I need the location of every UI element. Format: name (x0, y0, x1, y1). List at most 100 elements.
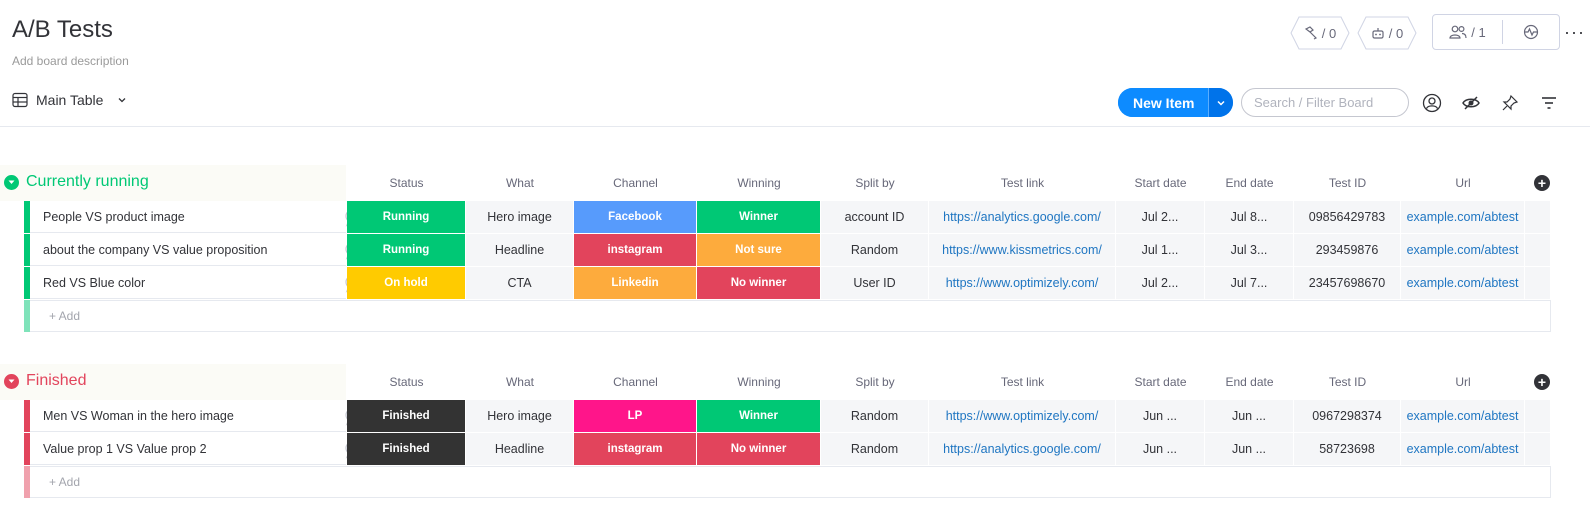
cell-end[interactable]: Jun ... (1205, 433, 1294, 465)
pin-icon[interactable] (1499, 92, 1521, 114)
cell-what[interactable]: Headline (466, 433, 574, 465)
cell-status[interactable]: Finished (347, 433, 466, 465)
add-item-label[interactable]: + Add (49, 309, 80, 323)
cell-link[interactable]: https://www.optimizely.com/ (929, 267, 1116, 299)
cell-what[interactable]: Hero image (466, 201, 574, 233)
cell-start[interactable]: Jun ... (1116, 433, 1205, 465)
cell-link[interactable]: https://www.optimizely.com/ (929, 400, 1116, 432)
column-header-test-id[interactable]: Test ID (1294, 375, 1401, 389)
column-header-winning[interactable]: Winning (697, 176, 821, 190)
column-header-what[interactable]: What (466, 176, 574, 190)
cell-split[interactable]: Random (821, 234, 929, 266)
cell-end[interactable]: Jul 3... (1205, 234, 1294, 266)
item-name-cell[interactable]: People VS product image (30, 201, 367, 233)
view-selector[interactable]: Main Table (12, 92, 127, 108)
person-filter-icon[interactable] (1421, 92, 1443, 114)
filter-icon[interactable] (1538, 92, 1560, 114)
cell-test-id[interactable]: 09856429783 (1294, 201, 1401, 233)
new-item-button[interactable]: New Item (1118, 88, 1234, 117)
cell-winning[interactable]: No winner (697, 433, 821, 465)
cell-split[interactable]: Random (821, 400, 929, 432)
cell-url[interactable]: example.com/abtest (1401, 234, 1525, 266)
cell-link[interactable]: https://analytics.google.com/ (929, 433, 1116, 465)
cell-start[interactable]: Jul 1... (1116, 234, 1205, 266)
cell-channel[interactable]: Facebook (574, 201, 697, 233)
cell-channel[interactable]: instagram (574, 234, 697, 266)
cell-url[interactable]: example.com/abtest (1401, 267, 1525, 299)
column-header-split-by[interactable]: Split by (821, 176, 929, 190)
cell-url[interactable]: example.com/abtest (1401, 400, 1525, 432)
column-header-end-date[interactable]: End date (1205, 375, 1294, 389)
board-title[interactable]: A/B Tests (12, 16, 113, 44)
cell-test-id[interactable]: 58723698 (1294, 433, 1401, 465)
item-name[interactable]: Value prop 1 VS Value prop 2 (43, 442, 207, 456)
cell-status[interactable]: Running (347, 234, 466, 266)
column-header-start-date[interactable]: Start date (1116, 375, 1205, 389)
item-name[interactable]: about the company VS value proposition (43, 243, 267, 257)
cell-winning[interactable]: No winner (697, 267, 821, 299)
cell-what[interactable]: Hero image (466, 400, 574, 432)
cell-start[interactable]: Jul 2... (1116, 201, 1205, 233)
cell-winning[interactable]: Winner (697, 201, 821, 233)
add-column-icon[interactable]: + (1534, 175, 1550, 191)
cell-link[interactable]: https://analytics.google.com/ (929, 201, 1116, 233)
cell-start[interactable]: Jul 2... (1116, 267, 1205, 299)
new-item-label[interactable]: New Item (1118, 88, 1209, 117)
item-name-cell[interactable]: Value prop 1 VS Value prop 2 (30, 433, 367, 465)
column-header-url[interactable]: Url (1401, 375, 1525, 389)
column-header-test-id[interactable]: Test ID (1294, 176, 1401, 190)
cell-test-id[interactable]: 293459876 (1294, 234, 1401, 266)
column-header-winning[interactable]: Winning (697, 375, 821, 389)
column-header-split-by[interactable]: Split by (821, 375, 929, 389)
cell-end[interactable]: Jul 7... (1205, 267, 1294, 299)
add-column-icon[interactable]: + (1534, 374, 1550, 390)
cell-link[interactable]: https://www.kissmetrics.com/ (929, 234, 1116, 266)
cell-test-id[interactable]: 0967298374 (1294, 400, 1401, 432)
cell-what[interactable]: CTA (466, 267, 574, 299)
cell-test-id[interactable]: 23457698670 (1294, 267, 1401, 299)
cell-end[interactable]: Jul 8... (1205, 201, 1294, 233)
hide-icon[interactable] (1460, 92, 1482, 114)
group-title[interactable]: Finished (26, 372, 86, 390)
cell-winning[interactable]: Winner (697, 400, 821, 432)
cell-what[interactable]: Headline (466, 234, 574, 266)
board-description[interactable]: Add board description (12, 54, 129, 68)
group-title[interactable]: Currently running (26, 173, 149, 191)
column-header-test-link[interactable]: Test link (929, 176, 1116, 190)
item-name-cell[interactable]: Red VS Blue color (30, 267, 367, 299)
cell-split[interactable]: User ID (821, 267, 929, 299)
cell-channel[interactable]: instagram (574, 433, 697, 465)
search-input[interactable] (1241, 88, 1409, 117)
column-header-channel[interactable]: Channel (574, 176, 697, 190)
add-item-label[interactable]: + Add (49, 475, 80, 489)
column-header-status[interactable]: Status (347, 375, 466, 389)
automations-button[interactable]: / 0 (1357, 16, 1417, 50)
more-options-icon[interactable]: ··· (1564, 22, 1585, 43)
column-header-channel[interactable]: Channel (574, 375, 697, 389)
column-header-start-date[interactable]: Start date (1116, 176, 1205, 190)
cell-start[interactable]: Jun ... (1116, 400, 1205, 432)
column-header-end-date[interactable]: End date (1205, 176, 1294, 190)
cell-status[interactable]: Finished (347, 400, 466, 432)
item-name-cell[interactable]: about the company VS value proposition (30, 234, 367, 266)
cell-status[interactable]: Running (347, 201, 466, 233)
column-header-status[interactable]: Status (347, 176, 466, 190)
integrations-button[interactable]: / 0 (1290, 16, 1350, 50)
add-item-row[interactable]: + Add (0, 466, 1590, 498)
cell-url[interactable]: example.com/abtest (1401, 201, 1525, 233)
collapse-toggle-icon[interactable] (4, 374, 19, 389)
cell-channel[interactable]: Linkedin (574, 267, 697, 299)
cell-url[interactable]: example.com/abtest (1401, 433, 1525, 465)
column-header-url[interactable]: Url (1401, 176, 1525, 190)
item-name[interactable]: Red VS Blue color (43, 276, 145, 290)
item-name-cell[interactable]: Men VS Woman in the hero image (30, 400, 367, 432)
item-name[interactable]: Men VS Woman in the hero image (43, 409, 234, 423)
add-item-row[interactable]: + Add (0, 300, 1590, 332)
cell-status[interactable]: On hold (347, 267, 466, 299)
column-header-test-link[interactable]: Test link (929, 375, 1116, 389)
members-button[interactable]: / 1 (1433, 15, 1502, 49)
activity-button[interactable] (1503, 15, 1559, 49)
item-name[interactable]: People VS product image (43, 210, 185, 224)
cell-split[interactable]: account ID (821, 201, 929, 233)
cell-winning[interactable]: Not sure (697, 234, 821, 266)
